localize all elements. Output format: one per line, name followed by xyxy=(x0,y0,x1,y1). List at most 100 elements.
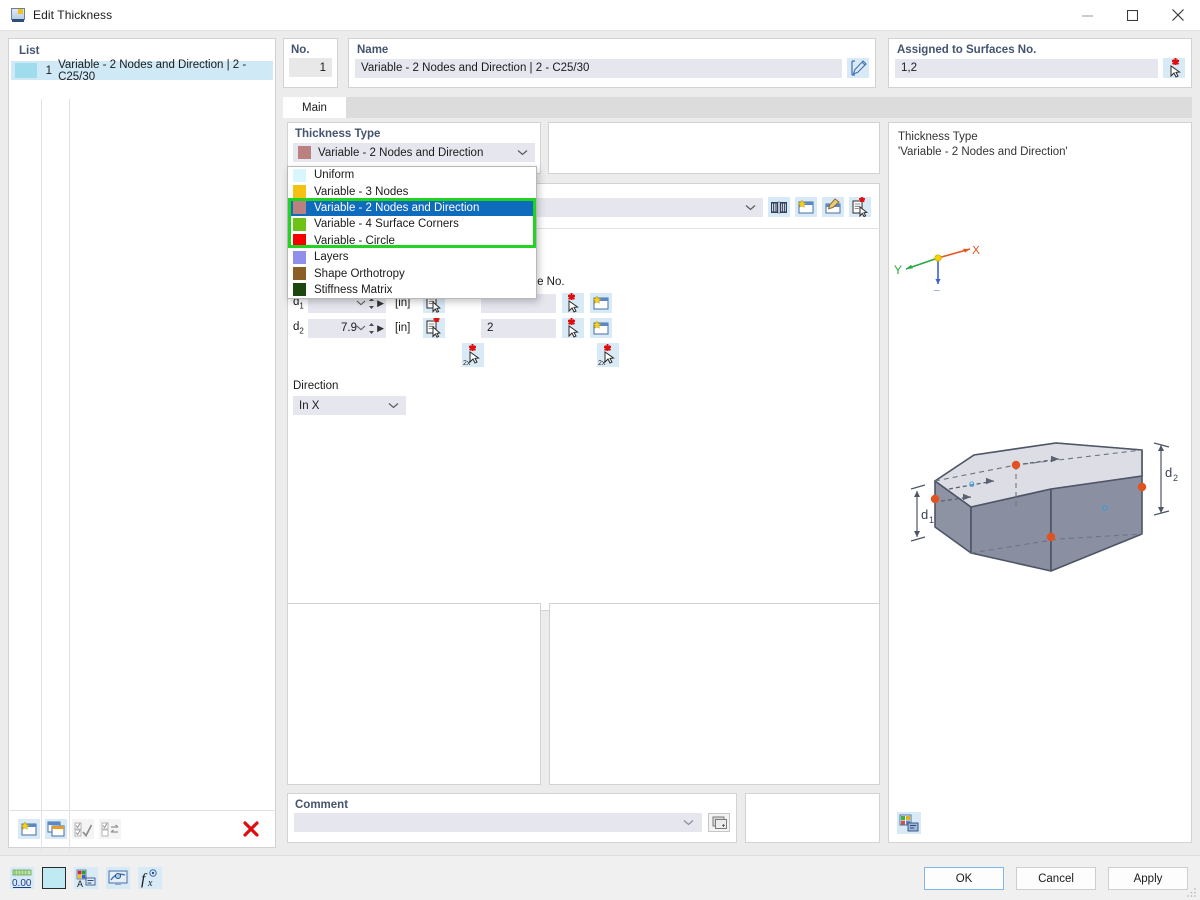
cancel-button[interactable]: Cancel xyxy=(1016,867,1096,890)
list-panel-label: List xyxy=(19,45,40,57)
tab-main[interactable]: Main xyxy=(283,97,346,118)
name-label: Name xyxy=(357,44,389,56)
edit-name-icon[interactable] xyxy=(847,58,869,78)
material-library-icon[interactable] xyxy=(768,197,790,217)
thickness-type-combobox[interactable]: Variable - 2 Nodes and Direction xyxy=(293,143,535,162)
chevron-down-icon[interactable] xyxy=(683,813,694,832)
dialog-buttons: OK Cancel Apply xyxy=(924,867,1188,890)
dropdown-option-uniform[interactable]: Uniform xyxy=(288,167,536,183)
direction-block: Direction In X xyxy=(293,380,406,415)
chevron-down-icon[interactable] xyxy=(388,396,399,415)
comment-history-icon[interactable] xyxy=(708,813,730,832)
d2-value-input[interactable]: 7.9 ▶ xyxy=(308,318,386,338)
option-label: Variable - 4 Surface Corners xyxy=(314,218,459,231)
assigned-surfaces-label: Assigned to Surfaces No. xyxy=(897,44,1037,56)
option-label: Variable - Circle xyxy=(314,234,395,247)
list-item[interactable]: 1 Variable - 2 Nodes and Direction | 2 -… xyxy=(11,58,273,83)
formula-icon[interactable]: f x xyxy=(138,867,162,889)
dropdown-option-variable-2-nodes-and-direction[interactable]: Variable - 2 Nodes and Direction xyxy=(288,199,536,217)
svg-text:Y: Y xyxy=(894,263,902,277)
d2-new-node-icon[interactable] xyxy=(590,318,612,338)
option-color-swatch xyxy=(293,283,306,297)
spinner-icon[interactable] xyxy=(368,322,375,335)
thickness-list[interactable]: 1 Variable - 2 Nodes and Direction | 2 -… xyxy=(11,58,273,83)
number-panel: No. 1 xyxy=(283,38,338,88)
visibility-icon[interactable] xyxy=(106,867,130,889)
chevron-down-icon[interactable] xyxy=(356,319,366,338)
dropdown-option-variable-3-nodes[interactable]: Variable - 3 Nodes xyxy=(288,183,536,199)
svg-text:A: A xyxy=(77,879,83,889)
tab-strip: Main xyxy=(283,97,1192,118)
copy-thickness-icon[interactable] xyxy=(45,818,67,839)
svg-text:1: 1 xyxy=(929,515,934,525)
color-swatch-icon[interactable] xyxy=(42,867,66,889)
svg-text:Z: Z xyxy=(933,288,940,291)
svg-text:o: o xyxy=(1102,503,1108,514)
assigned-surfaces-panel: Assigned to Surfaces No. 1,2 xyxy=(888,38,1192,88)
thickness-3d-diagram: o o d 1 d 2 xyxy=(910,442,1178,572)
select-all-icon xyxy=(72,818,94,839)
delete-thickness-icon[interactable] xyxy=(240,819,262,839)
window-title: Edit Thickness xyxy=(33,8,113,22)
d1-new-node-icon[interactable] xyxy=(590,293,612,313)
direction-combobox[interactable]: In X xyxy=(293,396,406,415)
dropdown-option-variable-4-surface-corners[interactable]: Variable - 4 Surface Corners xyxy=(288,216,536,232)
numeric-format-icon[interactable]: 0.00 xyxy=(10,867,34,889)
svg-text:d: d xyxy=(921,507,928,522)
d2-edit-value-icon[interactable] xyxy=(423,318,445,338)
name-input[interactable]: Variable - 2 Nodes and Direction | 2 - C… xyxy=(355,58,842,78)
list-panel: List 1 Variable - 2 Nodes and Direction … xyxy=(8,38,276,851)
d1-pick-node-icon[interactable] xyxy=(562,293,584,313)
svg-text:2: 2 xyxy=(1173,473,1178,483)
option-label: Shape Orthotropy xyxy=(314,267,405,280)
preview-caption-line1: Thickness Type xyxy=(898,131,978,143)
list-item-label: Variable - 2 Nodes and Direction | 2 - C… xyxy=(58,58,247,83)
edit-material-icon[interactable] xyxy=(822,197,844,217)
svg-text:d: d xyxy=(1165,465,1172,480)
chevron-down-icon[interactable] xyxy=(745,198,756,217)
option-label: Variable - 3 Nodes xyxy=(314,185,409,198)
assigned-surfaces-input[interactable]: 1,2 xyxy=(895,58,1158,78)
display-properties-icon[interactable]: A xyxy=(74,867,98,889)
thickness-type-dropdown[interactable]: Uniform Variable - 3 Nodes Variable - 2 … xyxy=(287,166,537,300)
pick-two-nodes-icon[interactable]: 2x xyxy=(597,343,619,367)
svg-text:o: o xyxy=(969,479,975,490)
dropdown-option-shape-orthotropy[interactable]: Shape Orthotropy xyxy=(288,265,536,281)
close-button[interactable] xyxy=(1155,0,1200,31)
list-item-number: 1 xyxy=(45,64,53,77)
window-controls xyxy=(1065,0,1200,31)
bottom-bar: 0.00 A f x OK Cancel Apply xyxy=(0,855,1200,900)
d2-value: 7.9 xyxy=(341,322,357,334)
thickness-row-d2: d2 7.9 ▶ [in] 2 xyxy=(288,317,881,339)
pick-surfaces-icon[interactable] xyxy=(1163,58,1185,78)
option-label: Layers xyxy=(314,251,349,264)
new-thickness-icon[interactable] xyxy=(18,818,40,839)
d2-pick-node-icon[interactable] xyxy=(562,318,584,338)
minimize-button[interactable] xyxy=(1065,0,1110,31)
d2-node-input[interactable]: 2 xyxy=(481,318,556,338)
dropdown-option-layers[interactable]: Layers xyxy=(288,249,536,265)
delete-material-icon[interactable] xyxy=(849,197,871,217)
thickness-type-color-swatch xyxy=(298,146,311,159)
bottom-icon-group: 0.00 A f x xyxy=(10,867,162,889)
d2-unit: [in] xyxy=(395,322,411,334)
preview-settings-icon[interactable] xyxy=(897,812,921,834)
new-material-icon[interactable] xyxy=(795,197,817,217)
thickness-type-aux-panel xyxy=(548,122,880,174)
comment-input[interactable] xyxy=(294,813,702,832)
option-color-swatch xyxy=(293,185,306,199)
resize-grip[interactable] xyxy=(1186,886,1197,897)
list-toolbar xyxy=(10,810,276,846)
number-label: No. xyxy=(291,44,310,56)
dropdown-option-stiffness-matrix[interactable]: Stiffness Matrix xyxy=(288,282,536,298)
chevron-down-icon[interactable] xyxy=(517,143,528,162)
pick-two-points-icon[interactable]: 2x xyxy=(462,343,484,367)
apply-arrow-icon[interactable]: ▶ xyxy=(377,319,384,338)
maximize-button[interactable] xyxy=(1110,0,1155,31)
svg-text:X: X xyxy=(972,246,980,257)
ok-button[interactable]: OK xyxy=(924,867,1004,890)
dropdown-option-variable-circle[interactable]: Variable - Circle xyxy=(288,233,536,249)
apply-button[interactable]: Apply xyxy=(1108,867,1188,890)
option-color-swatch xyxy=(293,217,306,231)
number-value: 1 xyxy=(289,58,332,77)
